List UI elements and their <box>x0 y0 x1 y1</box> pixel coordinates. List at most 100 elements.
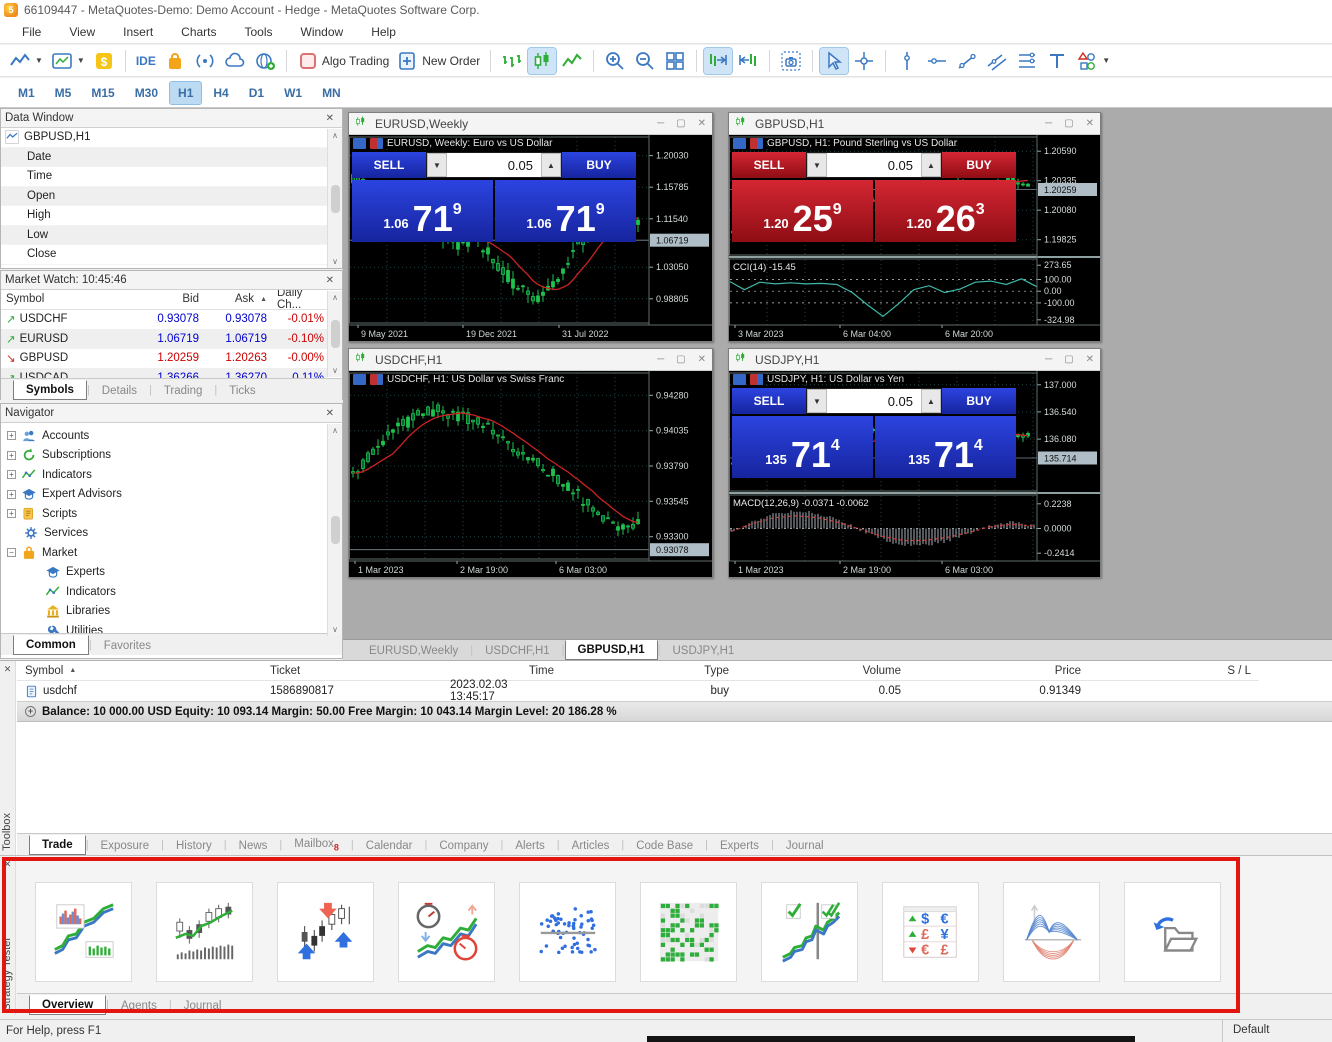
tab-symbols[interactable]: Symbols <box>13 380 87 400</box>
symbol-cell[interactable]: ↘GBPUSD <box>1 349 119 369</box>
symbol-cell[interactable]: ↗USDCAD <box>1 368 119 378</box>
tester-tile-candles-volume[interactable] <box>156 882 253 982</box>
tab-code-base[interactable]: Code Base <box>624 837 705 855</box>
expand-icon[interactable]: + <box>25 706 36 717</box>
ask-value[interactable]: 1.36270 <box>204 368 272 378</box>
trade-cell-time[interactable]: 2023.02.03 13:45:17 <box>442 681 562 701</box>
expand-icon[interactable]: + <box>7 509 16 518</box>
minimize-icon[interactable]: ─ <box>657 118 664 129</box>
data-window-scrollbar[interactable]: ∧∨ <box>327 129 342 268</box>
navigator-item-indicators[interactable]: Indicators <box>7 582 327 602</box>
chart-shift-button[interactable] <box>704 48 732 74</box>
menu-tools[interactable]: Tools <box>231 22 287 42</box>
metaeditor-ide-button[interactable]: IDE <box>133 48 159 74</box>
tab-mailbox[interactable]: Mailbox8 <box>282 835 351 855</box>
bid-value[interactable]: 1.36266 <box>119 368 204 378</box>
column-symbol[interactable]: Symbol <box>1 290 119 310</box>
signals-button[interactable] <box>191 48 219 74</box>
trade-cell-ticket[interactable]: 1586890817 <box>262 681 442 701</box>
navigator-item-experts[interactable]: Experts <box>7 563 327 583</box>
data-window-field-close[interactable]: Close <box>1 245 327 265</box>
scroll-down-icon[interactable]: ∨ <box>332 366 338 375</box>
shapes-button[interactable]: ▼ <box>1073 48 1113 74</box>
chart-window-usdjpy[interactable]: USDJPY,H1─▢✕137.000136.540136.080135.714… <box>728 348 1101 578</box>
timeframe-mn[interactable]: MN <box>314 82 349 104</box>
maximize-icon[interactable]: ▢ <box>1064 118 1073 129</box>
text-label-button[interactable] <box>1043 48 1071 74</box>
one-click-icon[interactable] <box>370 374 383 385</box>
data-window-field-time[interactable]: Time <box>1 167 327 187</box>
data-window-field-open[interactable]: Open <box>1 187 327 207</box>
timeframe-m30[interactable]: M30 <box>127 82 166 104</box>
tab-favorites[interactable]: Favorites <box>92 637 163 655</box>
close-icon[interactable]: ✕ <box>322 408 338 419</box>
bid-value[interactable]: 0.93078 <box>119 310 204 330</box>
chart-tab-gbpusd-h1[interactable]: GBPUSD,H1 <box>565 640 658 660</box>
volume-input[interactable]: 0.05 <box>827 389 921 413</box>
timeframe-m15[interactable]: M15 <box>83 82 122 104</box>
scroll-thumb[interactable] <box>331 516 340 544</box>
timeframe-h4[interactable]: H4 <box>205 82 236 104</box>
menu-help[interactable]: Help <box>357 22 410 42</box>
tab-trading[interactable]: Trading <box>152 382 215 400</box>
column-daily-change[interactable]: Daily Ch... <box>272 290 327 310</box>
close-icon[interactable]: ✕ <box>322 113 338 124</box>
expand-icon[interactable]: + <box>7 490 16 499</box>
chart-canvas[interactable]: 1.200301.157851.115401.030500.988051.067… <box>349 135 712 341</box>
menu-file[interactable]: File <box>8 22 55 42</box>
trade-cell-symbol[interactable]: usdchf <box>17 681 262 701</box>
trade-column-s-l[interactable]: S / L <box>1089 661 1259 681</box>
trade-column-time[interactable]: Time <box>442 661 562 681</box>
tester-tile-load-report[interactable] <box>1124 882 1221 982</box>
depth-of-market-icon[interactable] <box>353 374 366 385</box>
zoom-out-button[interactable] <box>631 48 659 74</box>
sell-button[interactable]: SELL <box>732 388 806 414</box>
close-icon[interactable]: ✕ <box>322 275 338 286</box>
menu-window[interactable]: Window <box>287 22 358 42</box>
navigator-item-libraries[interactable]: Libraries <box>7 602 327 622</box>
tab-articles[interactable]: Articles <box>560 837 622 855</box>
chart-window-titlebar[interactable]: USDJPY,H1─▢✕ <box>729 349 1100 371</box>
volume-increase-button[interactable]: ▲ <box>921 153 941 177</box>
sell-button[interactable]: SELL <box>732 152 806 178</box>
tester-tile-report-chart[interactable] <box>35 882 132 982</box>
trade-column-volume[interactable]: Volume <box>737 661 909 681</box>
tab-history[interactable]: History <box>164 837 224 855</box>
data-window-field-low[interactable]: Low <box>1 226 327 246</box>
trade-cell-volume[interactable]: 0.05 <box>737 681 909 701</box>
tab-news[interactable]: News <box>227 837 280 855</box>
minimize-icon[interactable]: ─ <box>1045 118 1052 129</box>
cursor-button[interactable] <box>820 48 848 74</box>
buy-price-box[interactable]: 1.06719 <box>495 180 636 242</box>
trade-column-type[interactable]: Type <box>562 661 737 681</box>
scroll-thumb[interactable] <box>331 320 340 348</box>
market-watch-scrollbar[interactable]: ∧∨ <box>327 291 342 377</box>
chart-window-titlebar[interactable]: GBPUSD,H1─▢✕ <box>729 113 1100 135</box>
bid-value[interactable]: 1.20259 <box>119 349 204 369</box>
chart-window-gbpusd[interactable]: GBPUSD,H1─▢✕1.205901.203351.200801.19825… <box>728 112 1101 342</box>
chart-type-button[interactable]: ▼ <box>6 48 46 74</box>
navigator-item-scripts[interactable]: +Scripts <box>7 504 327 524</box>
chart-tab-usdchf-h1[interactable]: USDCHF,H1 <box>473 642 562 660</box>
horizontal-line-button[interactable] <box>923 48 951 74</box>
auto-scroll-button[interactable] <box>734 48 762 74</box>
zoom-in-button[interactable] <box>601 48 629 74</box>
depth-of-market-icon[interactable] <box>733 374 746 385</box>
scroll-down-icon[interactable]: ∨ <box>332 625 338 634</box>
scroll-up-icon[interactable]: ∧ <box>332 426 338 435</box>
trade-cell-price[interactable]: 0.91349 <box>909 681 1089 701</box>
timeframe-d1[interactable]: D1 <box>241 82 272 104</box>
tester-tile-trade-signals[interactable] <box>277 882 374 982</box>
tab-exposure[interactable]: Exposure <box>89 837 162 855</box>
line-chart-button[interactable] <box>558 48 586 74</box>
tab-details[interactable]: Details <box>90 382 149 400</box>
menu-insert[interactable]: Insert <box>109 22 167 42</box>
data-window-symbol-row[interactable]: GBPUSD,H1 <box>1 128 327 148</box>
volume-increase-button[interactable]: ▲ <box>921 389 941 413</box>
navigator-scrollbar[interactable]: ∧∨ <box>327 424 342 636</box>
daily-change-value[interactable]: 0.11% <box>272 368 327 378</box>
navigator-item-accounts[interactable]: +Accounts <box>7 426 327 446</box>
expand-icon[interactable]: + <box>7 451 16 460</box>
tester-tile-currency-results[interactable]: $€£¥€£ <box>882 882 979 982</box>
scroll-up-icon[interactable]: ∧ <box>332 131 338 140</box>
